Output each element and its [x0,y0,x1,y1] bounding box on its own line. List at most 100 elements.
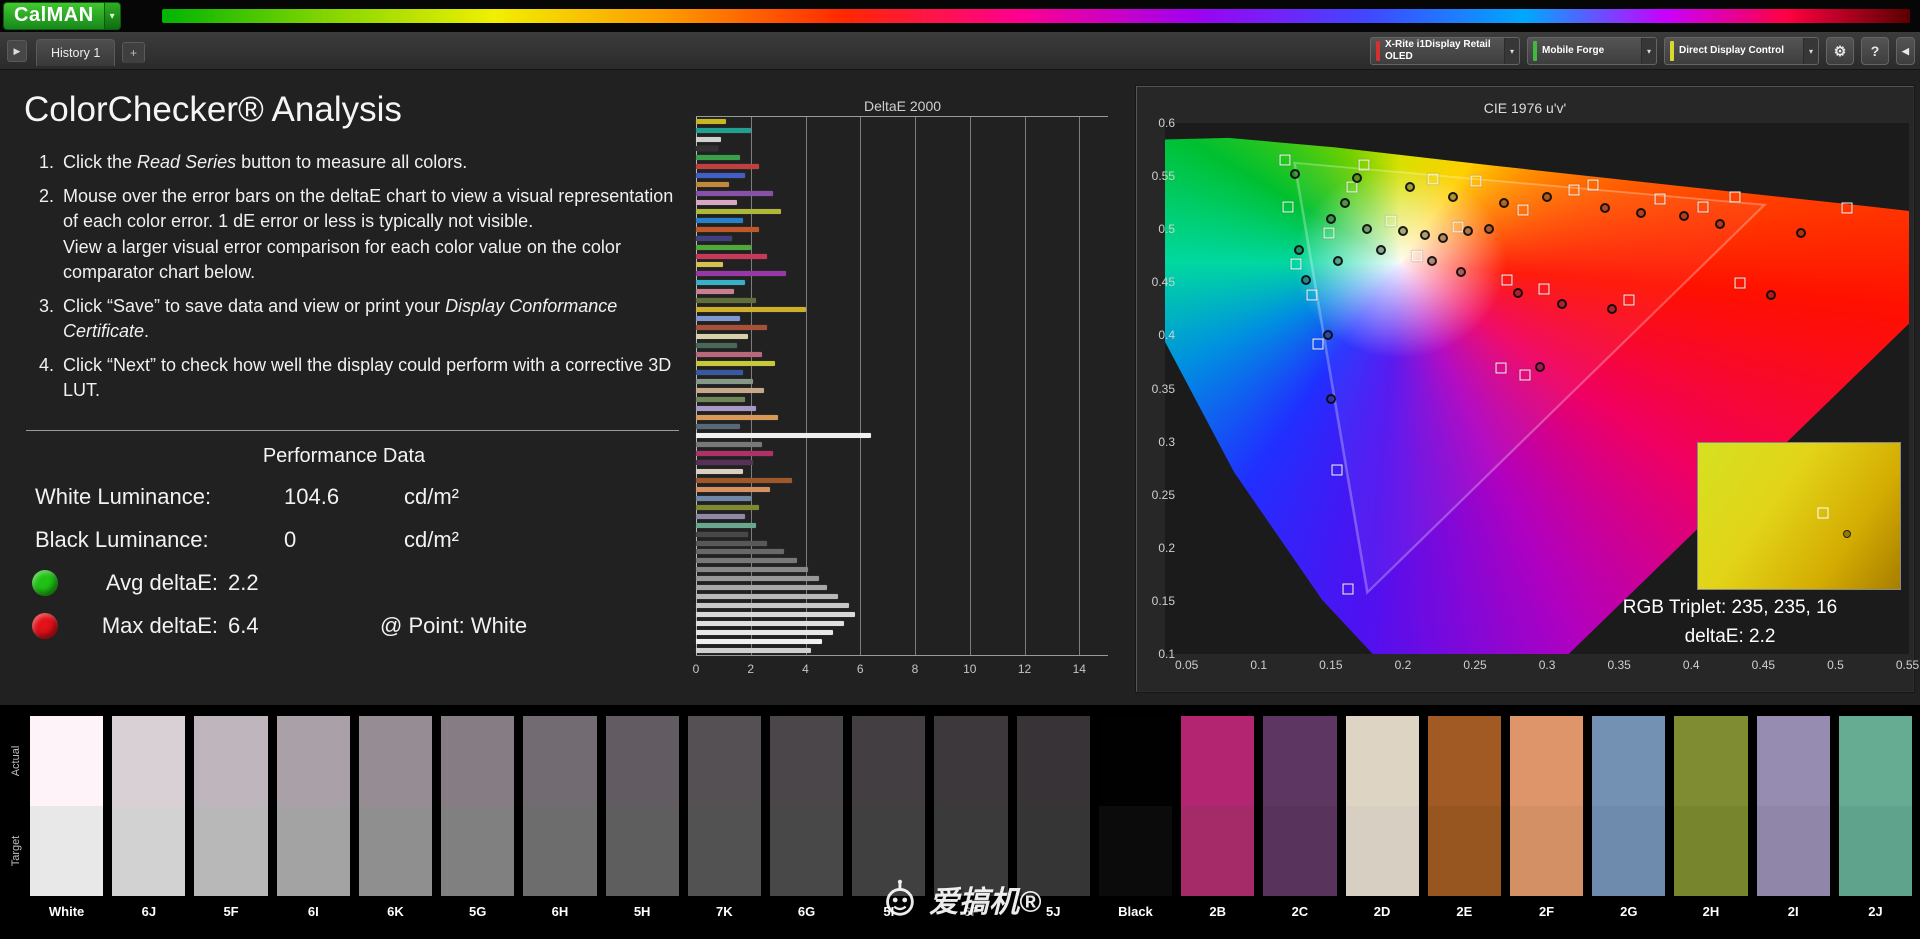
device-dropdown[interactable]: Direct Display Control▾ [1664,37,1819,65]
new-tab-button[interactable]: + [122,42,145,63]
deltae-error-bar[interactable] [696,128,751,133]
measured-point[interactable] [1535,362,1545,372]
deltae-error-bar[interactable] [696,469,743,474]
target-point[interactable] [1539,283,1550,294]
deltae-error-bar[interactable] [696,567,808,572]
deltae-error-bar[interactable] [696,137,721,142]
deltae-error-bar[interactable] [696,549,784,554]
deltae-error-bar[interactable] [696,262,723,267]
deltae-error-bar[interactable] [696,460,753,465]
measured-point[interactable] [1290,169,1300,179]
measured-point[interactable] [1796,228,1806,238]
deltae-error-bar[interactable] [696,594,838,599]
measured-point[interactable] [1398,226,1408,236]
deltae-error-bar[interactable] [696,639,822,644]
deltae-error-bar[interactable] [696,397,745,402]
deltae-error-bar[interactable] [696,343,737,348]
target-point[interactable] [1842,202,1853,213]
deltae-error-bar[interactable] [696,603,849,608]
target-point[interactable] [1452,222,1463,233]
measured-point[interactable] [1607,304,1617,314]
deltae-error-bar[interactable] [696,227,759,232]
deltae-error-bar[interactable] [696,271,786,276]
measured-point[interactable] [1766,290,1776,300]
measured-point[interactable] [1499,198,1509,208]
measured-point[interactable] [1463,226,1473,236]
deltae-error-bar[interactable] [696,532,748,537]
target-point[interactable] [1517,205,1528,216]
target-point[interactable] [1324,228,1335,239]
measured-point[interactable] [1333,256,1343,266]
measured-point[interactable] [1679,211,1689,221]
deltae-error-bar[interactable] [696,424,740,429]
deltae-error-bar[interactable] [696,155,740,160]
deltae-error-bar[interactable] [696,415,778,420]
chevron-down-icon[interactable]: ▾ [1641,38,1656,64]
device-dropdown[interactable]: X-Rite i1Display Retail OLED▾ [1370,37,1520,65]
help-button[interactable]: ? [1861,37,1889,65]
measured-point[interactable] [1420,230,1430,240]
target-point[interactable] [1307,290,1318,301]
deltae-error-bar[interactable] [696,307,806,312]
deltae-error-bar[interactable] [696,352,762,357]
deltae-error-bar[interactable] [696,370,743,375]
deltae-error-bar[interactable] [696,612,855,617]
measured-point[interactable] [1340,198,1350,208]
deltae-error-bar[interactable] [696,325,767,330]
deltae-error-bar[interactable] [696,316,740,321]
deltae-error-bar[interactable] [696,218,743,223]
deltae-error-bar[interactable] [696,379,753,384]
deltae-error-bar[interactable] [696,289,734,294]
measured-point[interactable] [1484,224,1494,234]
deltae-error-bar[interactable] [696,146,718,151]
target-point[interactable] [1501,275,1512,286]
deltae-error-bar[interactable] [696,245,751,250]
measured-point[interactable] [1326,394,1336,404]
measured-point[interactable] [1323,330,1333,340]
deltae-error-bar[interactable] [696,182,729,187]
measured-point[interactable] [1427,256,1437,266]
measured-point[interactable] [1301,275,1311,285]
deltae-error-bar[interactable] [696,523,756,528]
deltae-error-bar[interactable] [696,648,811,653]
measured-point[interactable] [1352,173,1362,183]
deltae-error-bar[interactable] [696,173,745,178]
deltae-error-bar[interactable] [696,514,745,519]
deltae-error-bar[interactable] [696,505,759,510]
deltae-error-bar[interactable] [696,621,844,626]
deltae-error-bar[interactable] [696,236,732,241]
deltae-error-bar[interactable] [696,191,773,196]
measured-point[interactable] [1326,214,1336,224]
target-point[interactable] [1588,179,1599,190]
deltae-error-bar[interactable] [696,254,767,259]
target-point[interactable] [1729,192,1740,203]
deltae-error-bar[interactable] [696,478,792,483]
deltae-error-bar[interactable] [696,334,748,339]
target-point[interactable] [1331,465,1342,476]
deltae-error-bar[interactable] [696,585,827,590]
deltae-error-bar[interactable] [696,576,819,581]
chevron-down-icon[interactable]: ▾ [1803,38,1818,64]
target-point[interactable] [1495,363,1506,374]
target-point[interactable] [1291,259,1302,270]
measured-point[interactable] [1456,267,1466,277]
measured-point[interactable] [1438,233,1448,243]
deltae-error-bar[interactable] [696,119,726,124]
deltae-error-bar[interactable] [696,487,770,492]
measured-point[interactable] [1294,245,1304,255]
target-point[interactable] [1428,174,1439,185]
measured-point[interactable] [1376,245,1386,255]
chevron-down-icon[interactable]: ▾ [1504,38,1519,64]
tab-history-1[interactable]: History 1 [36,39,115,66]
deltae-error-bar[interactable] [696,558,797,563]
target-point[interactable] [1412,250,1423,261]
target-point[interactable] [1520,369,1531,380]
target-point[interactable] [1624,295,1635,306]
measured-point[interactable] [1557,299,1567,309]
target-point[interactable] [1312,338,1323,349]
deltae-error-bar[interactable] [696,496,751,501]
measured-point[interactable] [1542,192,1552,202]
target-point[interactable] [1654,194,1665,205]
target-point[interactable] [1697,201,1708,212]
deltae-error-bar[interactable] [696,164,759,169]
